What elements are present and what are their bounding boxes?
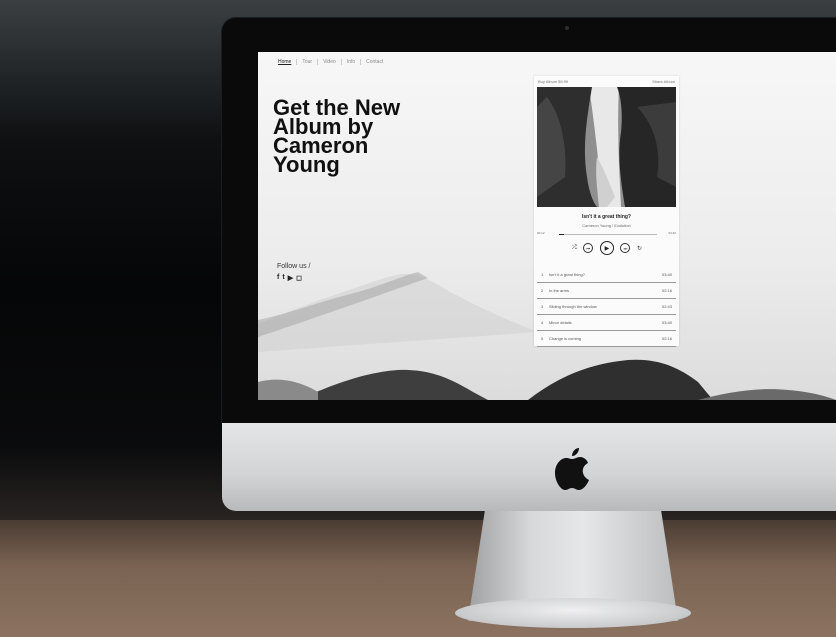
track-row[interactable]: 2 In the arms 02:16 <box>537 283 676 299</box>
track-row[interactable]: 4 Minor details 03:40 <box>537 315 676 331</box>
track-number: 3 <box>541 304 544 309</box>
track-duration: 02:43 <box>661 304 672 309</box>
track-row[interactable]: 3 Sliding through the window 02:43 <box>537 299 676 315</box>
monitor-screen: Home Tour Video Info Contact Get the New… <box>258 52 836 400</box>
monitor-chin <box>222 423 836 511</box>
nav-item-tour[interactable]: Tour <box>297 59 319 65</box>
track-list: 1 Isn't it a great thing? 03:40 2 In the… <box>537 267 676 347</box>
track-number: 2 <box>541 288 544 293</box>
follow-label: Follow us / <box>277 263 311 270</box>
social-links: f t ▶ ◻ <box>277 274 302 282</box>
time-total: 03:40 <box>668 231 676 235</box>
youtube-icon[interactable]: ▶ <box>288 274 293 282</box>
photo-scene: Home Tour Video Info Contact Get the New… <box>0 0 836 637</box>
repeat-icon[interactable]: ↻ <box>637 245 642 252</box>
camera-icon <box>565 26 569 30</box>
progress-fill <box>559 234 564 235</box>
buy-album-link[interactable]: Buy Album $9.99 <box>538 79 568 84</box>
wooden-desk <box>0 520 836 637</box>
current-track-title: Isn't it a great thing? <box>582 214 631 220</box>
track-number: 1 <box>541 272 544 277</box>
track-title: Isn't it a great thing? <box>549 272 585 277</box>
previous-icon: ⏮ <box>586 245 591 251</box>
stand-base <box>455 598 691 628</box>
progress-area: 00:12 03:40 <box>537 231 676 239</box>
nav-item-video[interactable]: Video <box>318 59 342 65</box>
nav-item-contact[interactable]: Contact <box>361 59 388 65</box>
shuffle-icon[interactable]: ⤮ <box>572 245 577 252</box>
album-cover-art <box>537 87 676 207</box>
track-row[interactable]: 1 Isn't it a great thing? 03:40 <box>537 267 676 283</box>
apple-logo-icon <box>555 448 589 490</box>
hero-headline: Get the New Album by Cameron Young <box>273 95 401 177</box>
nav-item-info[interactable]: Info <box>342 59 362 65</box>
facebook-icon[interactable]: f <box>277 274 279 282</box>
playback-controls: ⤮ ⏮ ▶ ⏭ ↻ <box>572 240 642 256</box>
current-track-artist: Cameron Young / Evolution <box>582 223 631 228</box>
instagram-icon[interactable]: ◻ <box>296 274 302 282</box>
next-button[interactable]: ⏭ <box>620 243 631 253</box>
progress-bar[interactable] <box>559 234 657 235</box>
previous-button[interactable]: ⏮ <box>583 243 594 253</box>
track-title: Change is coming <box>549 336 582 341</box>
player-header: Buy Album $9.99 Share Album <box>534 76 679 86</box>
play-icon: ▶ <box>604 245 610 252</box>
track-duration: 03:40 <box>661 320 672 325</box>
track-number: 4 <box>541 320 544 325</box>
track-number: 5 <box>541 336 544 341</box>
album-cover <box>537 87 676 207</box>
track-duration: 02:16 <box>661 288 672 293</box>
track-duration: 03:40 <box>661 272 672 277</box>
share-album-link[interactable]: Share Album <box>652 79 675 84</box>
track-title: Sliding through the window <box>549 304 597 309</box>
nav-item-home[interactable]: Home <box>273 59 298 65</box>
top-navigation: Home Tour Video Info Contact <box>273 59 388 65</box>
next-icon: ⏭ <box>623 245 628 251</box>
track-title: In the arms <box>549 288 570 293</box>
track-duration: 02:16 <box>661 336 672 341</box>
track-row[interactable]: 5 Change is coming 02:16 <box>537 331 676 347</box>
play-button[interactable]: ▶ <box>599 241 614 255</box>
twitter-icon[interactable]: t <box>282 274 284 282</box>
music-player: Buy Album $9.99 Share Album Isn't it a g… <box>534 76 679 347</box>
track-title: Minor details <box>549 320 572 325</box>
time-elapsed: 00:12 <box>537 231 545 235</box>
